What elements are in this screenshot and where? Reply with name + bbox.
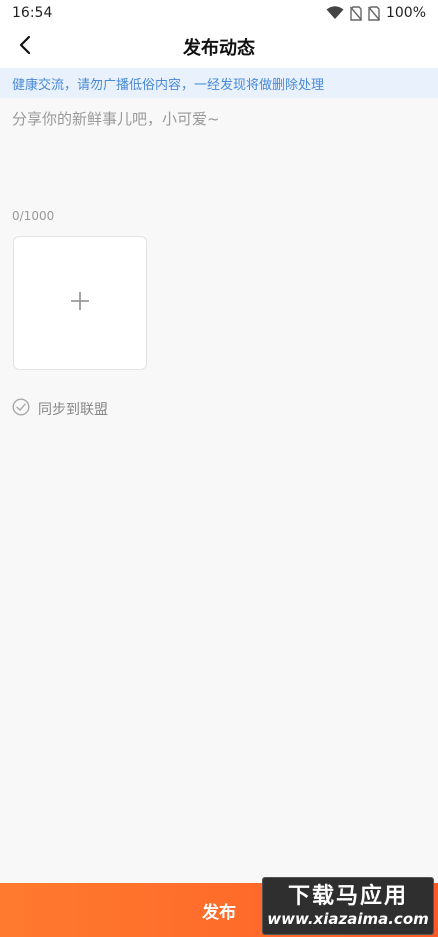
page-title: 发布动态 — [183, 38, 255, 59]
status-bar: 16:54 100% — [0, 0, 438, 26]
status-time: 16:54 — [12, 5, 53, 21]
sync-label: 同步到联盟 — [38, 402, 108, 418]
nav-bar: 发布动态 — [0, 26, 438, 68]
publish-label: 发布 — [202, 902, 236, 922]
watermark-logo: 下载马应用 www.xiazaima.com — [262, 877, 434, 935]
post-content-input[interactable] — [0, 102, 438, 202]
char-counter: 0/1000 — [12, 209, 55, 223]
watermark-url: www.xiazaima.com — [267, 910, 429, 928]
back-chevron-icon — [18, 35, 32, 59]
no-sim-icon — [367, 5, 380, 21]
notice-text: 健康交流，请勿广播低俗内容，一经发现将做删除处理 — [12, 77, 325, 93]
plus-icon — [70, 291, 90, 315]
no-sim-icon — [349, 5, 362, 21]
wifi-icon — [326, 6, 344, 20]
battery-level: 100% — [385, 5, 426, 21]
sync-to-alliance-toggle[interactable]: 同步到联盟 — [12, 398, 108, 420]
status-icons: 100% — [326, 5, 426, 21]
watermark-title: 下载马应用 — [287, 884, 408, 909]
back-button[interactable] — [10, 32, 40, 62]
screen: 16:54 100% 发布动态 健康交流，请勿广播低俗内容，一经发现将做删除处理… — [0, 0, 438, 937]
notice-banner: 健康交流，请勿广播低俗内容，一经发现将做删除处理 — [0, 68, 438, 98]
check-circle-icon — [12, 398, 30, 420]
add-image-button[interactable] — [13, 236, 147, 370]
